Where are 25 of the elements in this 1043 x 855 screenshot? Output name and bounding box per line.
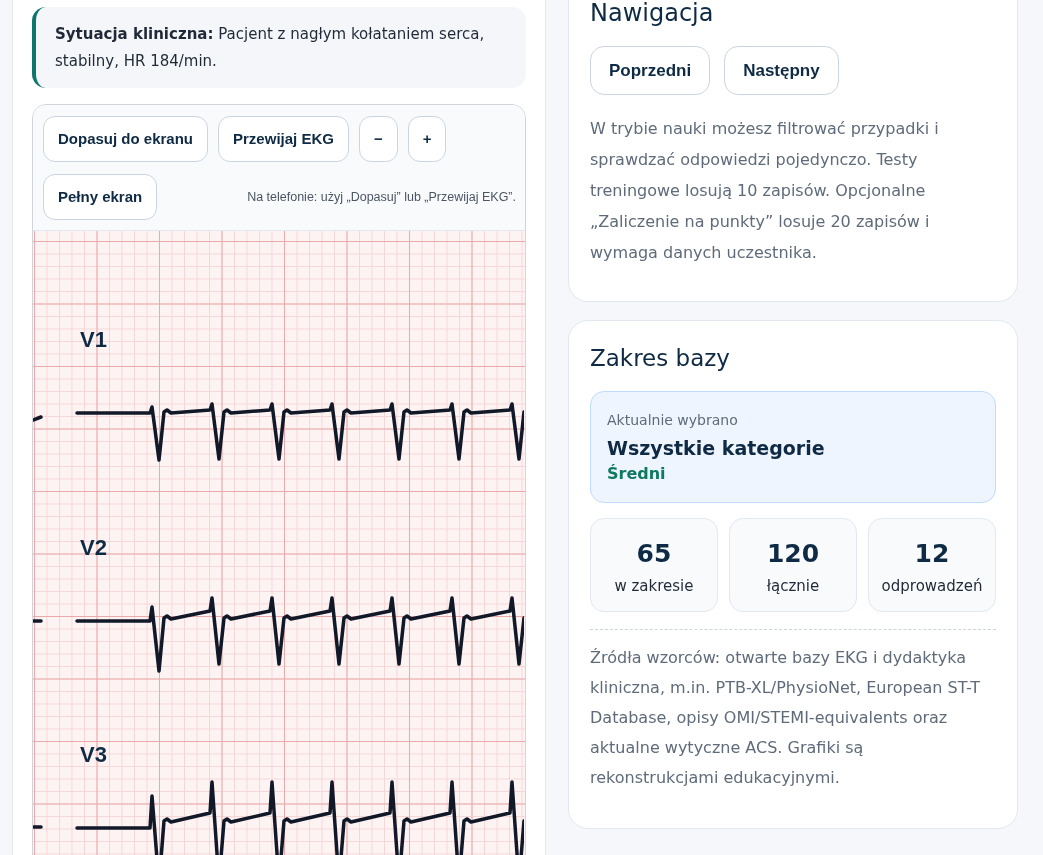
lead-label: V3 [80, 742, 107, 767]
selection-caption: Aktualnie wybrano [607, 411, 739, 430]
ecg-toolbar-button[interactable]: Dopasuj do ekranu [43, 116, 209, 162]
navigation-heading: Nawigacja [590, 0, 715, 29]
stat-value: 65 [636, 538, 672, 570]
selected-category: Wszystkie kategorie [607, 436, 826, 461]
ecg-toolbar-button[interactable]: Przewijaj EKG [218, 116, 349, 162]
stat-label: łącznie [766, 576, 820, 597]
ecg-toolbar-button[interactable]: Pełny ekran [43, 174, 158, 220]
stat-label: odprowadzeń [881, 576, 983, 597]
clinical-situation-text: Sytuacja kliniczna: Pacjent z nagłym kołataniem serca, stabilny, HR 184/min. [55, 24, 486, 72]
ecg-toolbar-button[interactable]: + [407, 116, 447, 162]
scope-heading: Zakres bazy [590, 344, 731, 373]
difficulty-level: Średni [607, 463, 667, 485]
ecg-toolbar-button[interactable]: − [358, 116, 398, 162]
lead-label: V1 [80, 327, 107, 352]
navigation-help-text: W trybie nauki możesz filtrować przypadki i sprawdzać odpowiedzi pojedynczo. Testy treningowe losują 10 zapisów. Opcjonalne „Zaliczenie na punkty” losuje 20 zapisów i wymaga danych uczestnika. [590, 118, 940, 264]
sources-text: Źródła wzorców: otwarte bazy EKG i dydaktyka kliniczna, m.in. PTB-XL/PhysioNet, European ST-T Database, opisy OMI/STEMI-equivalents oraz aktualne wytyczne ACS. Grafiki są rekonstrukcjami edukacyjnymi. [590, 647, 982, 789]
phone-hint-text: Na telefonie: użyj „Dopasuj” lub „Przewijaj EKG”. [247, 188, 516, 206]
navigation-button[interactable]: Następny [724, 46, 839, 95]
lead-label: V2 [80, 534, 107, 560]
stat-value: 12 [914, 538, 950, 570]
stat-label: w zakresie [614, 576, 694, 597]
stat-value: 120 [766, 538, 820, 570]
navigation-button[interactable]: Poprzedni [590, 46, 711, 95]
